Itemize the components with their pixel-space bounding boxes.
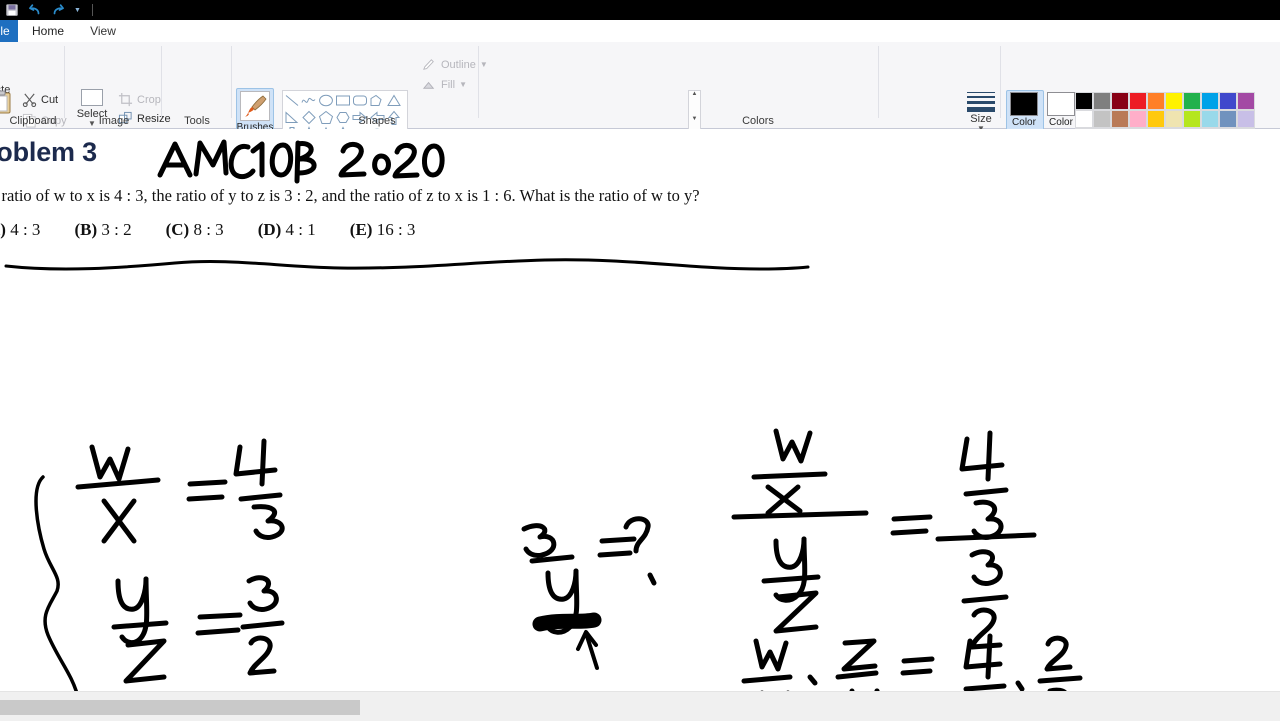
ink-middle-arrow (576, 630, 599, 670)
quick-access-toolbar: ▼ (0, 3, 108, 17)
handwritten-ink-layer (4, 139, 1083, 691)
ink-divider-line (4, 258, 810, 271)
ink-right-product-equation (741, 633, 1083, 691)
palette-row-2[interactable] (1075, 110, 1255, 128)
ribbon-tab-strip: File Home View (0, 20, 1280, 43)
undo-icon[interactable] (28, 3, 42, 17)
palette-swatch[interactable] (1183, 110, 1201, 128)
rectangle-shape-icon[interactable] (335, 92, 351, 109)
scissors-icon (22, 93, 37, 107)
palette-swatch[interactable] (1111, 110, 1129, 128)
ribbon-group-colors: Size ▼ Color 1 Color 2 (478, 42, 1255, 152)
fill-icon (422, 81, 435, 89)
group-label-clipboard: Clipboard (9, 115, 57, 127)
curve-shape-icon[interactable] (301, 92, 317, 109)
paint-application-window: ▼ File Home View ste Cut Copy (0, 0, 1280, 721)
oval-shape-icon[interactable] (318, 92, 334, 109)
fill-label: Fill (441, 78, 456, 91)
chevron-down-icon[interactable]: ▼ (459, 80, 467, 89)
ink-equation-y-over-z (111, 575, 285, 684)
polygon-shape-icon[interactable] (369, 92, 385, 109)
titlebar-divider (91, 4, 93, 16)
ink-header-amc-10b-2020 (157, 139, 445, 184)
group-label-colors: Colors (742, 115, 774, 127)
paint-canvas[interactable]: roblem 3 e ratio of w to x is 4 : 3, the… (0, 129, 1280, 691)
group-label-image: Image (98, 115, 130, 127)
selection-rect-icon (81, 89, 103, 106)
group-divider (878, 46, 879, 118)
outline-icon (423, 59, 434, 70)
brush-icon (240, 91, 270, 121)
save-icon[interactable] (5, 3, 19, 17)
palette-swatch[interactable] (1111, 92, 1129, 110)
tab-file[interactable]: File (0, 20, 18, 42)
palette-swatch[interactable] (1219, 110, 1237, 128)
palette-swatch[interactable] (1093, 110, 1111, 128)
size-button[interactable] (967, 92, 995, 115)
horizontal-scrollbar[interactable] (0, 691, 1280, 721)
cut-label: Cut (41, 93, 59, 106)
color1-swatch[interactable] (1010, 92, 1038, 116)
color2-label-1: Color (1049, 117, 1073, 128)
color1-label-1: Color (1012, 117, 1036, 128)
group-divider (231, 46, 232, 118)
palette-swatch[interactable] (1183, 92, 1201, 110)
palette-swatch[interactable] (1237, 92, 1255, 110)
group-label-tools: Tools (184, 115, 210, 127)
outline-label: Outline (441, 58, 476, 71)
line-shape-icon[interactable] (284, 92, 300, 109)
tab-home[interactable]: Home (18, 20, 78, 42)
ribbon-group-clipboard: ste Cut Copy Clipboard (0, 42, 67, 128)
palette-swatch[interactable] (1129, 110, 1147, 128)
palette-swatch[interactable] (1165, 92, 1183, 110)
customize-quick-access-caret-icon[interactable]: ▼ (74, 7, 81, 14)
palette-swatch[interactable] (1165, 110, 1183, 128)
crop-icon (118, 92, 133, 107)
palette-swatch[interactable] (1129, 92, 1147, 110)
ink-equation-w-over-x (75, 438, 285, 544)
ribbon-group-shapes: ▲ ▼ ▤ Outline ▼ Fill ▼ Shapes (282, 42, 701, 149)
palette-swatch[interactable] (1219, 92, 1237, 110)
triangle-shape-icon[interactable] (386, 92, 402, 109)
palette-row-1[interactable] (1075, 92, 1255, 110)
cut-button[interactable]: Cut (22, 92, 58, 107)
palette-swatch[interactable] (1147, 110, 1165, 128)
palette-swatch[interactable] (1075, 110, 1093, 128)
palette-swatch[interactable] (1075, 92, 1093, 110)
palette-swatch[interactable] (1237, 110, 1255, 128)
group-label-shapes: Shapes (358, 115, 396, 127)
redo-icon[interactable] (51, 3, 65, 17)
color2-swatch[interactable] (1047, 92, 1075, 116)
title-bar: ▼ (0, 0, 1280, 20)
ribbon-group-image: Select ▼ Crop Resize Rotate ▼ Image (66, 42, 181, 144)
palette-swatch[interactable] (1147, 92, 1165, 110)
rounded-rectangle-shape-icon[interactable] (352, 92, 368, 109)
ribbon-group-tools: A Tools (162, 42, 390, 131)
crop-label: Crop (137, 93, 161, 106)
group-divider (1000, 46, 1001, 118)
fill-button[interactable]: Fill ▼ (422, 77, 467, 92)
group-divider (64, 46, 65, 118)
palette-swatch[interactable] (1201, 110, 1219, 128)
tab-view[interactable]: View (78, 20, 128, 42)
palette-swatch[interactable] (1093, 92, 1111, 110)
crop-button[interactable]: Crop (118, 92, 161, 107)
ink-right-complex-fraction (731, 428, 1037, 650)
ink-middle-highlight-bar (532, 612, 602, 632)
palette-swatch[interactable] (1201, 92, 1219, 110)
ribbon: ste Cut Copy Clipboard Select ▼ (0, 42, 1280, 152)
horizontal-scrollbar-thumb[interactable] (0, 700, 360, 715)
